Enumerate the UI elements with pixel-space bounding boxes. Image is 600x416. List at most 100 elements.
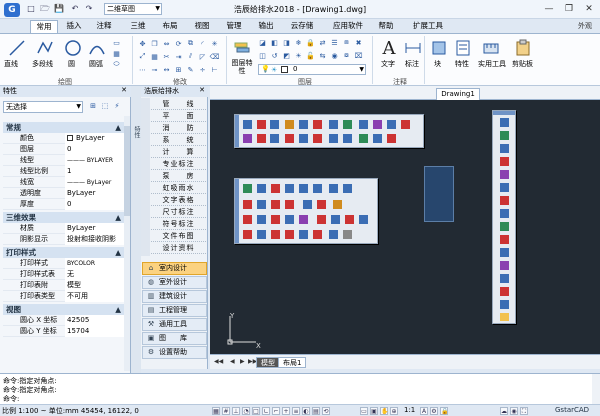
first-tab-icon[interactable]: ◀◀ — [214, 358, 223, 365]
quick-select-icon[interactable]: ⚡ — [112, 101, 122, 112]
lineweight-icon[interactable]: ≡ — [292, 407, 300, 415]
layer-walk-icon[interactable]: ☰ — [330, 38, 339, 47]
close-button[interactable]: ✕ — [580, 2, 598, 16]
tab-manage[interactable]: 管理 — [222, 20, 246, 33]
ellipse-icon[interactable]: ⬭ — [112, 60, 121, 69]
quick-properties-icon[interactable]: ▤ — [312, 407, 320, 415]
layer-copy-icon[interactable]: ◫ — [258, 51, 267, 60]
layer-isolate-icon[interactable]: ◧ — [270, 38, 279, 47]
otrack-icon[interactable]: ∟ — [262, 407, 270, 415]
model-space-icon[interactable]: ▭ — [360, 407, 368, 415]
cloud-icon[interactable]: ☁ — [500, 407, 508, 415]
toolbar-a-icons[interactable] — [241, 118, 423, 146]
snap-icon[interactable]: ▦ — [212, 407, 220, 415]
ducs-icon[interactable]: ⌐ — [272, 407, 280, 415]
fillet-icon[interactable]: ◜ — [198, 39, 207, 48]
layer-match-icon[interactable]: ⇄ — [318, 38, 327, 47]
prop-row[interactable]: 线宽 ——— ByLayer — [3, 177, 124, 188]
settings-help-button[interactable]: ⚙ 设置帮助 — [142, 346, 207, 359]
tab-layout[interactable]: 布局 — [158, 20, 182, 33]
layer-unisolate-icon[interactable]: ◩ — [282, 51, 291, 60]
indoor-design-button[interactable]: ⌂ 室内设计 — [142, 262, 207, 275]
pedit-icon[interactable]: ✎ — [186, 65, 195, 74]
layer-thaw-icon[interactable]: ☀ — [294, 51, 303, 60]
prop-row[interactable]: 圆心 Y 坐标 15704 — [3, 326, 124, 337]
prop-row[interactable]: 透明度 ByLayer — [3, 188, 124, 199]
scrollbar-thumb[interactable] — [124, 126, 130, 216]
next-tab-icon[interactable]: ▶ — [240, 358, 245, 365]
toggle-pickadd-icon[interactable]: ⊞ — [88, 101, 98, 112]
align-icon[interactable]: ⊞ — [174, 65, 183, 74]
section-general[interactable]: 常规 ▲ — [3, 122, 124, 133]
category-symbol[interactable]: 符号标注 — [151, 219, 206, 230]
prop-row[interactable]: 材质 ByLayer — [3, 223, 124, 234]
selection-cycling-icon[interactable]: ⟲ — [322, 407, 330, 415]
move-icon[interactable]: ✥ — [138, 39, 147, 48]
circle-tool-icon[interactable] — [62, 37, 84, 59]
rectangle-icon[interactable]: ▭ — [112, 38, 121, 47]
section-3d-effect[interactable]: 三维效果 ▲ — [3, 212, 124, 223]
layer-previous-icon[interactable]: ↺ — [270, 51, 279, 60]
layer-unlock-icon[interactable]: 🔓 — [306, 51, 315, 60]
section-plot-style[interactable]: 打印样式 ▲ — [3, 247, 124, 258]
rotate-icon[interactable]: ⟳ — [174, 39, 183, 48]
project-management-button[interactable]: ▤ 工程管理 — [142, 304, 207, 317]
close-icon[interactable]: ✕ — [199, 86, 205, 94]
current-layer-select[interactable]: 💡 ☀ 0 ▼ — [258, 64, 366, 75]
prop-row[interactable]: 图层 0 — [3, 144, 124, 155]
outdoor-design-button[interactable]: ◍ 室外设计 — [142, 276, 207, 289]
general-tools-button[interactable]: ⚒ 通用工具 — [142, 318, 207, 331]
prop-row[interactable]: 圆心 X 坐标 42505 — [3, 315, 124, 326]
building-design-button[interactable]: ▥ 建筑设计 — [142, 290, 207, 303]
tab-insert[interactable]: 插入 — [62, 20, 86, 33]
tab-home[interactable]: 常用 — [30, 20, 58, 33]
copy-icon[interactable]: ❐ — [150, 39, 159, 48]
properties-side-label[interactable]: 特性 — [132, 126, 141, 138]
layer-on-icon[interactable]: ◉ — [330, 51, 339, 60]
divide-icon[interactable]: ÷ — [198, 65, 207, 74]
selection-select[interactable]: 无选择 ▼ — [3, 101, 83, 113]
annotation-scale[interactable]: 1:1 — [404, 406, 415, 414]
toolbar-b-icons[interactable] — [241, 182, 377, 242]
maximize-button[interactable]: ❐ — [560, 2, 578, 16]
category-pipeline[interactable]: 管 线 — [151, 99, 206, 110]
tab-view[interactable]: 视图 — [190, 20, 214, 33]
prop-row[interactable]: 阴影显示 投射和接收阴影 — [3, 234, 124, 245]
chamfer-icon[interactable]: ◸ — [198, 52, 207, 61]
layer-purge-icon[interactable]: ⌧ — [354, 51, 363, 60]
toolbar-grip[interactable] — [493, 111, 515, 115]
select-objects-icon[interactable]: ⬚ — [100, 101, 110, 112]
tab-cloud-storage[interactable]: 云存储 — [285, 20, 319, 33]
mirror-icon[interactable]: ⧉ — [186, 39, 195, 48]
layer-translate-icon[interactable]: ⧇ — [342, 51, 351, 60]
category-calculation[interactable]: 计 算 — [151, 147, 206, 158]
layer-change-icon[interactable]: ⇆ — [318, 51, 327, 60]
extend-icon[interactable]: ⇥ — [174, 52, 183, 61]
tab-model[interactable]: 模型 — [256, 357, 280, 368]
explode-icon[interactable]: ✳ — [210, 39, 219, 48]
category-dimension[interactable]: 尺寸标注 — [151, 207, 206, 218]
tab-extension-tools[interactable]: 扩展工具 — [408, 20, 448, 33]
dimension-tool-icon[interactable] — [402, 37, 424, 59]
transparency-icon[interactable]: ◐ — [302, 407, 310, 415]
floating-toolbar-b[interactable] — [234, 178, 378, 244]
layer-state-icon[interactable]: ◪ — [258, 38, 267, 47]
stretch-icon[interactable]: ⇔ — [162, 39, 171, 48]
line-tool-icon[interactable] — [6, 37, 28, 59]
layer-merge-icon[interactable]: ⧈ — [342, 38, 351, 47]
layer-properties-icon[interactable] — [231, 37, 253, 59]
properties-scrollbar[interactable] — [124, 116, 130, 371]
offset-icon[interactable]: ⫽ — [186, 52, 195, 61]
text-tool-icon[interactable]: A — [378, 37, 400, 59]
layer-freeze-icon[interactable]: ❄ — [294, 38, 303, 47]
prop-row[interactable]: 打印表类型 不可用 — [3, 291, 124, 302]
category-fire[interactable]: 消 防 — [151, 123, 206, 134]
floating-toolbar-vertical[interactable] — [492, 110, 516, 324]
polar-icon[interactable]: ◔ — [242, 407, 250, 415]
section-view[interactable]: 视图 ▲ — [3, 304, 124, 315]
properties-tool-icon[interactable] — [452, 37, 474, 59]
drawn-rectangle[interactable] — [424, 166, 454, 222]
category-system[interactable]: 系 统 — [151, 135, 206, 146]
quick-view-icon[interactable]: ▣ — [370, 407, 378, 415]
close-icon[interactable]: ✕ — [121, 86, 127, 94]
